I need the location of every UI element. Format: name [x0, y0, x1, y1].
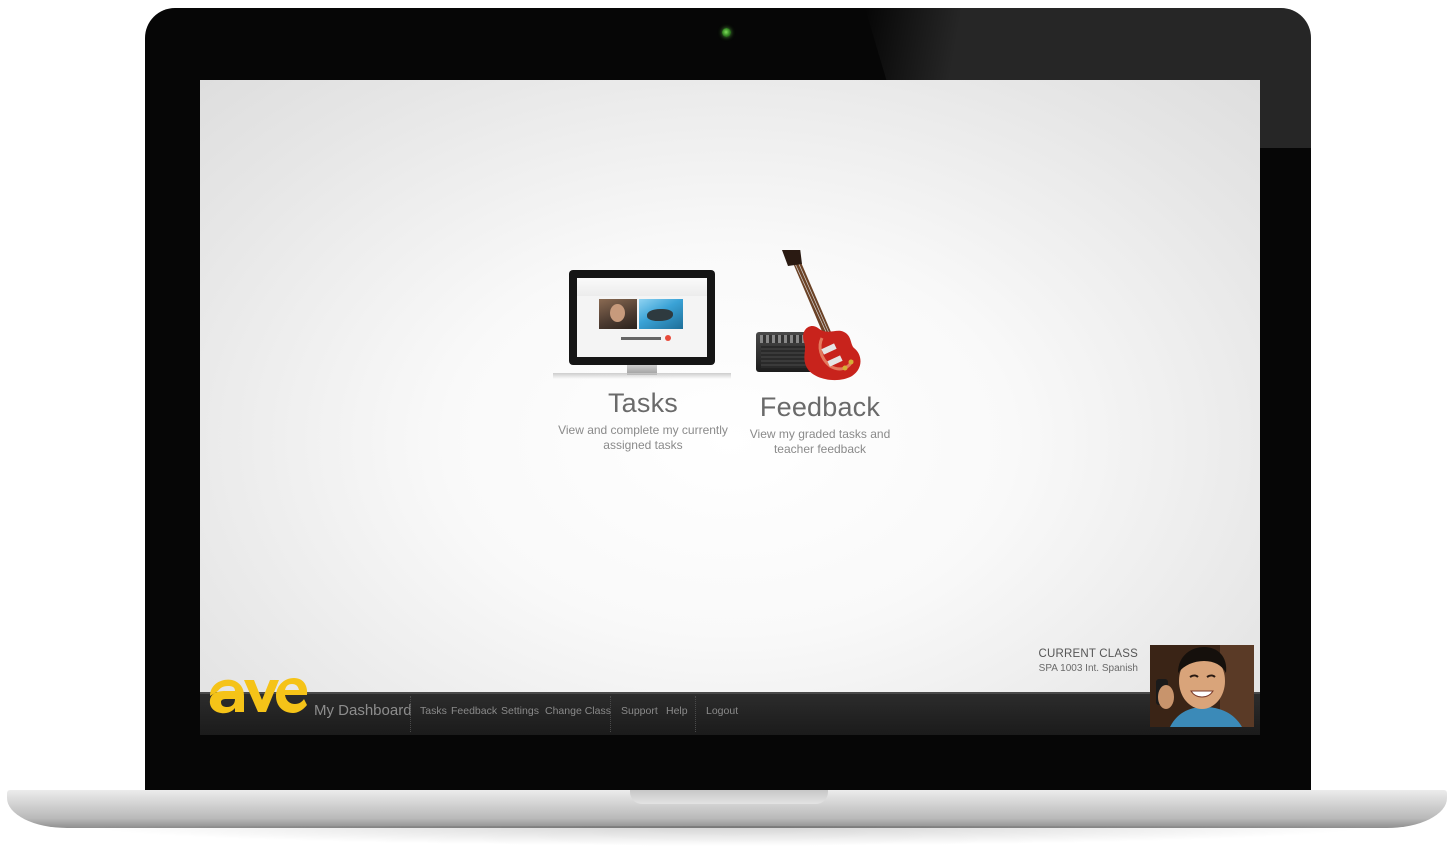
laptop-notch: [630, 790, 828, 804]
guitar-icon: [730, 250, 910, 386]
tasks-tile[interactable]: Tasks View and complete my currently ass…: [553, 260, 733, 453]
tasks-tile-description: View and complete my currently assigned …: [558, 423, 728, 452]
nav-link-tasks[interactable]: Tasks: [420, 705, 447, 717]
feedback-tile[interactable]: Feedback View my graded tasks and teache…: [730, 250, 910, 457]
laptop-lid: Tasks View and complete my currently ass…: [145, 8, 1311, 793]
nav-link-logout[interactable]: Logout: [706, 705, 738, 717]
nav-link-help[interactable]: Help: [666, 705, 688, 717]
dashboard-title: My Dashboard: [314, 702, 412, 719]
laptop-base: [7, 790, 1447, 828]
current-class-info: CURRENT CLASS SPA 1003 Int. Spanish: [1038, 648, 1138, 674]
monitor-icon: [553, 260, 733, 382]
feedback-tile-description: View my graded tasks and teacher feedbac…: [749, 427, 891, 456]
monitor-screen: [569, 270, 715, 365]
nav-link-settings[interactable]: Settings: [501, 705, 539, 717]
avatar-photo: [1150, 645, 1254, 727]
current-class-name: SPA 1003 Int. Spanish: [1038, 663, 1138, 674]
camera-icon: [722, 28, 731, 37]
nav-divider: [410, 696, 411, 732]
current-class-heading: CURRENT CLASS: [1038, 648, 1138, 660]
nav-link-support[interactable]: Support: [621, 705, 658, 717]
screen: Tasks View and complete my currently ass…: [200, 80, 1260, 735]
ave-logo[interactable]: [206, 662, 310, 720]
tasks-tile-title: Tasks: [607, 388, 679, 418]
feedback-tile-title: Feedback: [759, 392, 881, 422]
laptop-frame: Tasks View and complete my currently ass…: [0, 0, 1455, 852]
nav-link-change-class[interactable]: Change Class: [545, 705, 611, 717]
laptop-shadow: [80, 826, 1380, 846]
nav-divider: [695, 696, 696, 732]
nav-divider: [610, 696, 611, 732]
nav-link-feedback[interactable]: Feedback: [451, 705, 497, 717]
guitar-graphic: [782, 250, 861, 381]
user-avatar[interactable]: [1150, 645, 1254, 727]
